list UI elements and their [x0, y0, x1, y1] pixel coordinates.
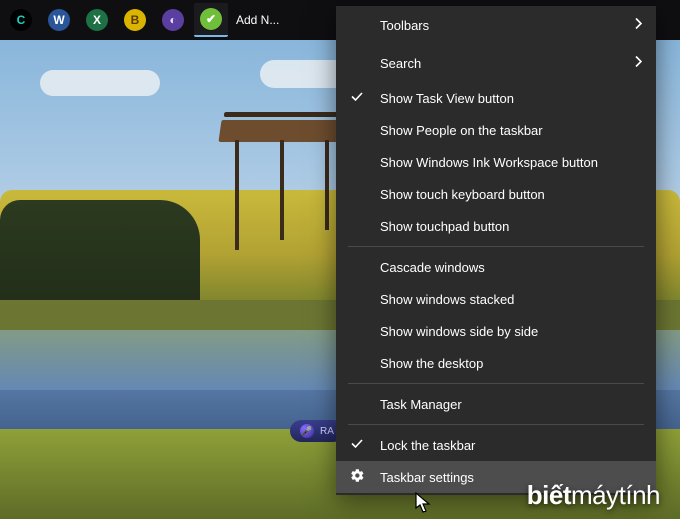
menu-item-show-touch-keyboard-button[interactable]: Show touch keyboard button [336, 178, 656, 210]
menu-item-show-touchpad-button[interactable]: Show touchpad button [336, 210, 656, 242]
app-excel-icon: X [86, 9, 108, 31]
chevron-right-icon [634, 56, 642, 71]
active-task-label: Add N... [236, 13, 279, 27]
menu-item-label: Taskbar settings [380, 470, 474, 485]
app-addnew-icon: ✔ [200, 8, 222, 30]
menu-item-label: Lock the taskbar [380, 438, 475, 453]
menu-separator [348, 424, 644, 425]
app-bird-icon: ◐ [162, 9, 184, 31]
voice-pill-label: RA [320, 426, 334, 437]
app-coccoc[interactable]: C [4, 3, 38, 37]
menu-item-show-windows-side-by-side[interactable]: Show windows side by side [336, 315, 656, 347]
menu-item-label: Show the desktop [380, 356, 483, 371]
menu-separator [348, 246, 644, 247]
menu-item-label: Show Task View button [380, 91, 514, 106]
app-word-icon: W [48, 9, 70, 31]
check-icon [350, 437, 364, 454]
menu-item-label: Show windows stacked [380, 292, 514, 307]
menu-item-label: Toolbars [380, 18, 429, 33]
menu-separator [348, 383, 644, 384]
menu-item-show-the-desktop[interactable]: Show the desktop [336, 347, 656, 379]
menu-item-task-manager[interactable]: Task Manager [336, 388, 656, 420]
menu-item-label: Task Manager [380, 397, 462, 412]
taskbar-context-menu[interactable]: Toolbars Search Show Task View button Show … [336, 6, 656, 495]
app-coccoc-icon: C [10, 9, 32, 31]
menu-item-label: Show touchpad button [380, 219, 509, 234]
menu-item-label: Show People on the taskbar [380, 123, 543, 138]
app-excel[interactable]: X [80, 3, 114, 37]
menu-item-label: Search [380, 56, 421, 71]
menu-item-label: Show windows side by side [380, 324, 538, 339]
menu-item-show-task-view-button[interactable]: Show Task View button [336, 82, 656, 114]
gear-icon [350, 468, 365, 486]
app-bird[interactable]: ◐ [156, 3, 190, 37]
app-addnew[interactable]: ✔ [194, 3, 228, 37]
menu-item-label: Show Windows Ink Workspace button [380, 155, 598, 170]
watermark: biếtmáytính [527, 480, 660, 511]
menu-item-lock-the-taskbar[interactable]: Lock the taskbar [336, 429, 656, 461]
app-word[interactable]: W [42, 3, 76, 37]
menu-item-show-windows-stacked[interactable]: Show windows stacked [336, 283, 656, 315]
menu-item-search[interactable]: Search [336, 44, 656, 82]
chevron-right-icon [634, 18, 642, 33]
menu-item-label: Cascade windows [380, 260, 485, 275]
mic-icon: 🎤 [300, 424, 314, 438]
app-b[interactable]: B [118, 3, 152, 37]
menu-item-show-people-on-the-taskbar[interactable]: Show People on the taskbar [336, 114, 656, 146]
menu-item-label: Show touch keyboard button [380, 187, 545, 202]
menu-item-show-windows-ink-workspace-button[interactable]: Show Windows Ink Workspace button [336, 146, 656, 178]
app-b-icon: B [124, 9, 146, 31]
menu-item-cascade-windows[interactable]: Cascade windows [336, 251, 656, 283]
menu-item-toolbars[interactable]: Toolbars [336, 6, 656, 44]
check-icon [350, 90, 364, 107]
